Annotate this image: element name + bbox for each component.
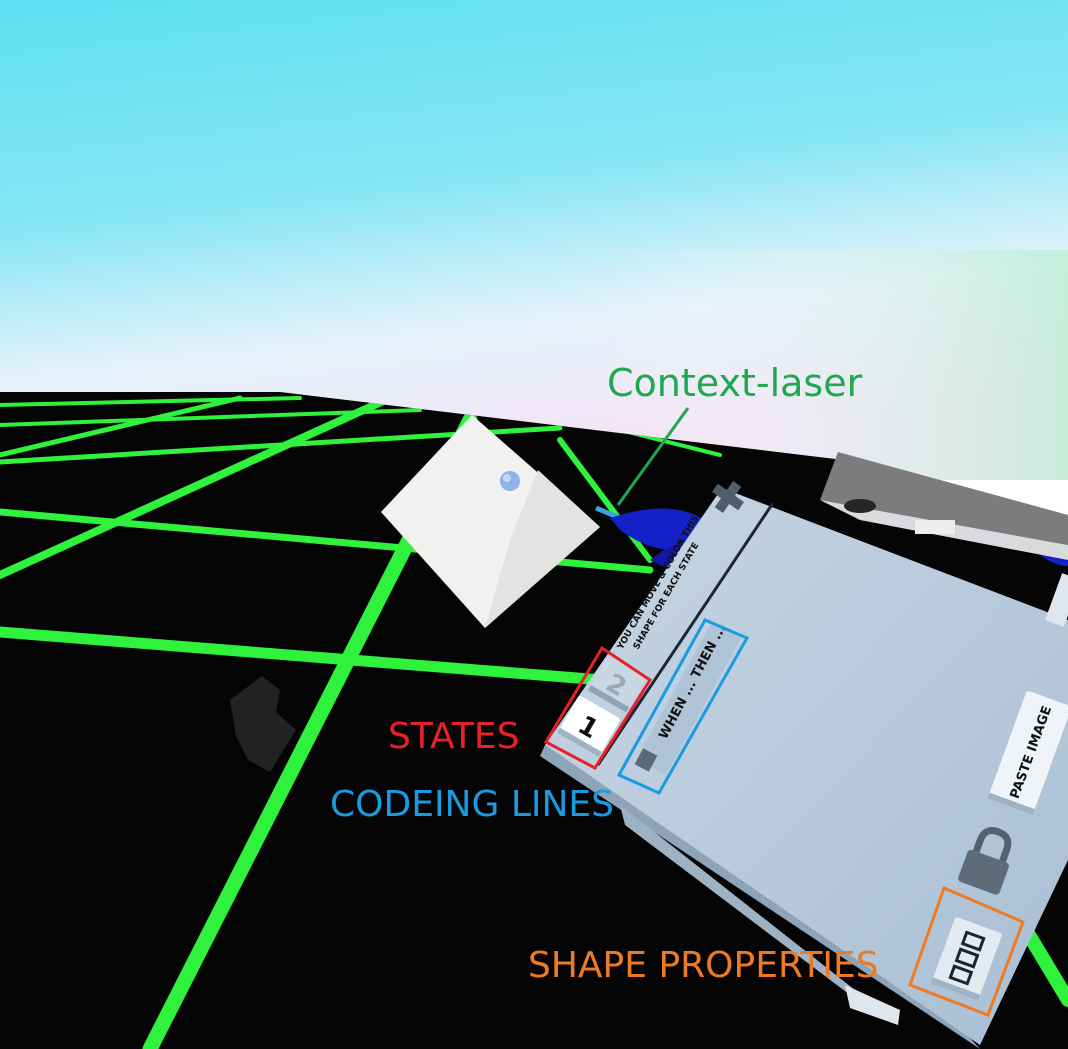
context-laser-label: Context-laser bbox=[607, 361, 863, 405]
coding-lines-label: CODEING LINES bbox=[330, 784, 615, 825]
background-device-knob bbox=[844, 499, 876, 513]
states-label: STATES bbox=[388, 716, 520, 757]
shape-handle-sphere[interactable] bbox=[500, 471, 520, 491]
shape-handle-sphere-highlight bbox=[503, 474, 511, 482]
shape-properties-label: SHAPE PROPERTIES bbox=[528, 945, 879, 986]
vr-scene: YOU CAN MOVE & COLOR THIS SHAPE FOR EACH… bbox=[0, 0, 1068, 1049]
